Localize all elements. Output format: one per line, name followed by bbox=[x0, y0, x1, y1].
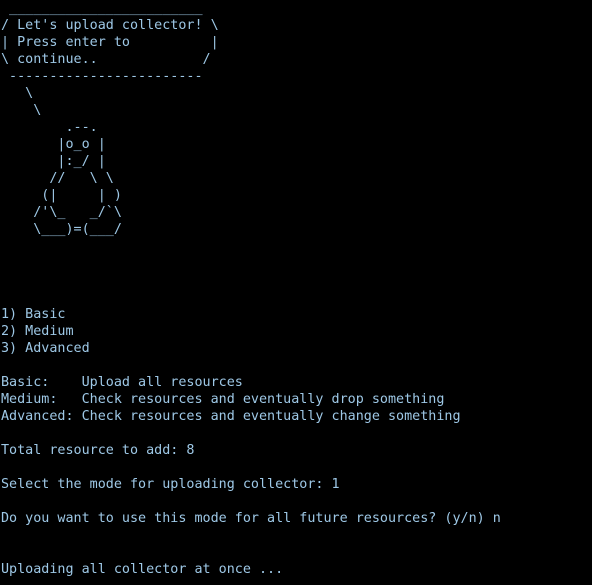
terminal-window[interactable]: ________________________ / Let's upload … bbox=[0, 0, 592, 585]
tux-art-line: /'\_ _/`\ bbox=[1, 205, 122, 220]
description-advanced: Advanced: Check resources and eventually… bbox=[1, 409, 461, 424]
description-basic: Basic: Upload all resources bbox=[1, 375, 243, 390]
upload-status-line: Uploading all collector at once ... bbox=[1, 562, 284, 577]
tux-art-line: .--. bbox=[1, 120, 98, 135]
tux-art-line: |o_o | bbox=[1, 137, 106, 152]
select-mode-prompt[interactable]: Select the mode for uploading collector:… bbox=[0, 476, 592, 493]
tux-art-line: // \ \ bbox=[1, 171, 114, 186]
tux-art-line: \___)=(___/ bbox=[1, 222, 122, 237]
mode-menu: 1) Basic 2) Medium 3) Advanced bbox=[0, 306, 592, 357]
banner-line: ________________________ bbox=[1, 1, 203, 16]
tux-art-line: \ bbox=[1, 86, 34, 101]
banner-line: / Let's upload collector! \ bbox=[1, 18, 219, 33]
menu-option-advanced: 3) Advanced bbox=[1, 341, 90, 356]
future-resources-prompt[interactable]: Do you want to use this mode for all fut… bbox=[0, 510, 592, 527]
tux-art-line: \ bbox=[1, 103, 42, 118]
menu-option-medium: 2) Medium bbox=[1, 324, 74, 339]
mode-descriptions: Basic: Upload all resources Medium: Chec… bbox=[0, 374, 592, 425]
cowsay-banner: ________________________ / Let's upload … bbox=[0, 0, 592, 238]
banner-line: ------------------------ bbox=[1, 69, 203, 84]
banner-line: \ continue.. / bbox=[1, 52, 211, 67]
description-medium: Medium: Check resources and eventually d… bbox=[1, 392, 445, 407]
banner-line: | Press enter to | bbox=[1, 35, 219, 50]
tux-art-line: |:_/ | bbox=[1, 154, 106, 169]
total-resources-line: Total resource to add: 8 bbox=[1, 443, 195, 458]
menu-option-basic: 1) Basic bbox=[1, 307, 66, 322]
tux-art-line: (| | ) bbox=[1, 188, 122, 203]
